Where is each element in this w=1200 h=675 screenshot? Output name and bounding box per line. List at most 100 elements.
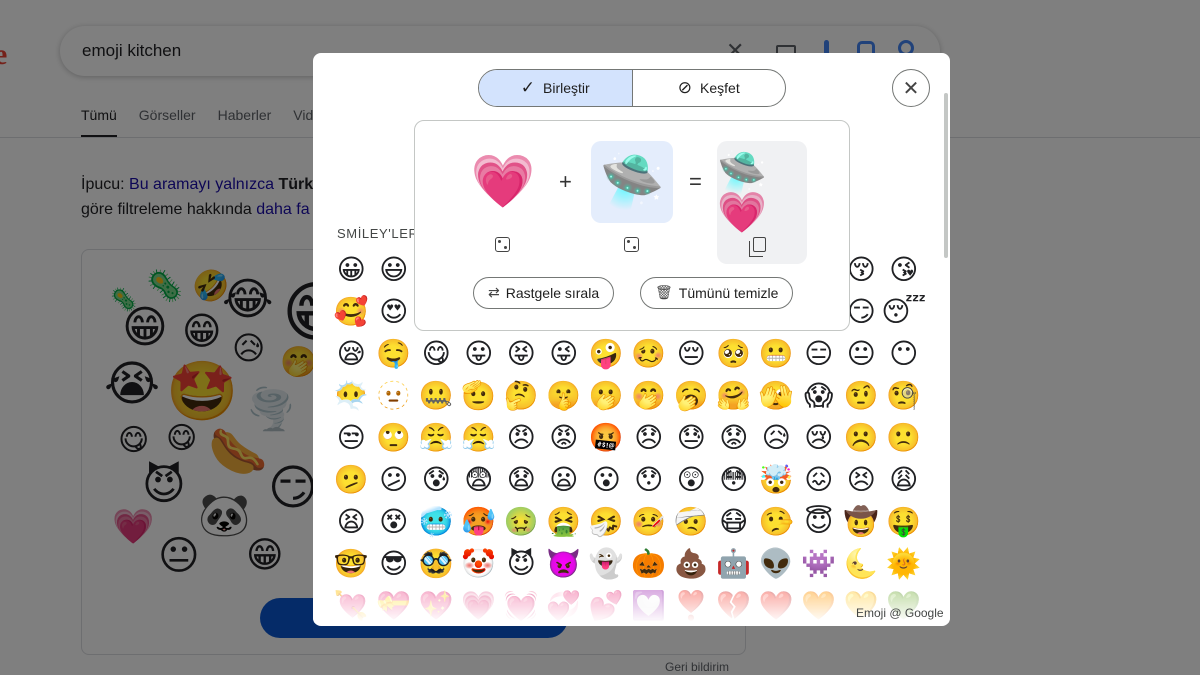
emoji-option[interactable]: 😢 (798, 417, 841, 459)
emoji-option[interactable]: 🥸 (415, 543, 458, 585)
emoji-option[interactable]: 😥 (755, 417, 798, 459)
emoji-option[interactable]: 🤪 (585, 333, 628, 375)
emoji-option[interactable]: 😟 (713, 417, 756, 459)
emoji-option[interactable]: 🤮 (543, 501, 586, 543)
randomize-right-dice-icon[interactable] (624, 237, 639, 252)
emoji-option[interactable]: 😫 (330, 501, 373, 543)
emoji-option[interactable]: 🤖 (713, 543, 756, 585)
emoji-option[interactable]: 😞 (628, 417, 671, 459)
emoji-option[interactable]: 🤢 (500, 501, 543, 543)
emoji-option[interactable]: 🙁 (883, 417, 926, 459)
emoji-option[interactable]: 😐 (840, 333, 883, 375)
scrollbar[interactable] (944, 93, 948, 258)
emoji-option[interactable]: 🥴 (628, 333, 671, 375)
emoji-option[interactable]: 😓 (670, 417, 713, 459)
emoji-option[interactable]: 🤒 (628, 501, 671, 543)
emoji-option[interactable]: 😎 (373, 543, 416, 585)
emoji-option[interactable]: 🤠 (840, 501, 883, 543)
emoji-option[interactable]: 🥰 (330, 291, 373, 333)
emoji-option[interactable]: 🥱 (670, 375, 713, 417)
emoji-option[interactable]: 😠 (500, 417, 543, 459)
emoji-option[interactable]: 🥵 (458, 501, 501, 543)
emoji-option[interactable]: 😖 (798, 459, 841, 501)
emoji-option[interactable]: 😀 (330, 249, 373, 291)
emoji-option[interactable]: 👻 (585, 543, 628, 585)
emoji-option[interactable]: 🥺 (713, 333, 756, 375)
emoji-option[interactable]: 🤑 (883, 501, 926, 543)
emoji-option[interactable]: 🫡 (458, 375, 501, 417)
emoji-option[interactable]: 😶‍🌫️ (330, 375, 373, 417)
emoji-option[interactable]: 🤡 (458, 543, 501, 585)
emoji-option[interactable]: 🧐 (883, 375, 926, 417)
emoji-option[interactable]: 🫢 (585, 375, 628, 417)
emoji-option[interactable]: 😤 (458, 417, 501, 459)
emoji-option[interactable]: 😝 (500, 333, 543, 375)
emoji-option[interactable]: 🤓 (330, 543, 373, 585)
emoji-option[interactable]: 😱 (798, 375, 841, 417)
combine-tab[interactable]: ✓ Birleştir (479, 70, 633, 106)
emoji-option[interactable]: 😔 (670, 333, 713, 375)
emoji-option[interactable]: 🥶 (415, 501, 458, 543)
emoji-option[interactable]: 😰 (415, 459, 458, 501)
emoji-option[interactable]: 😍 (373, 291, 416, 333)
emoji-option[interactable]: 🤬 (585, 417, 628, 459)
emoji-option[interactable]: 😲 (670, 459, 713, 501)
emoji-option[interactable]: 😑 (798, 333, 841, 375)
emoji-option[interactable]: 🤔 (500, 375, 543, 417)
emoji-option[interactable]: 🤨 (840, 375, 883, 417)
emoji-option[interactable]: 💩 (670, 543, 713, 585)
emoji-option[interactable]: 😨 (458, 459, 501, 501)
emoji-option[interactable]: 😯 (628, 459, 671, 501)
emoji-option[interactable]: 😶 (883, 333, 926, 375)
emoji-option[interactable]: 🤯 (755, 459, 798, 501)
copy-icon[interactable] (749, 237, 766, 257)
explore-tab[interactable]: ⊘ Keşfet (633, 70, 786, 106)
emoji-option[interactable]: 😪 (330, 333, 373, 375)
emoji-option[interactable]: 😘 (883, 249, 926, 291)
right-emoji-slot[interactable]: 🛸 (591, 141, 673, 223)
emoji-option[interactable]: 😳 (713, 459, 756, 501)
randomize-left-dice-icon[interactable] (495, 237, 510, 252)
emoji-option[interactable]: 👽 (755, 543, 798, 585)
emoji-option[interactable]: 🌞 (883, 543, 926, 585)
emoji-option[interactable]: 🤭 (628, 375, 671, 417)
emoji-option[interactable]: 👿 (543, 543, 586, 585)
emoji-option[interactable]: 😧 (500, 459, 543, 501)
shuffle-button[interactable]: ⇄ Rastgele sırala (473, 277, 615, 309)
emoji-option[interactable]: 🤫 (543, 375, 586, 417)
emoji-option[interactable]: 🤧 (585, 501, 628, 543)
clear-all-button[interactable]: 🗑 Tümünü temizle (640, 277, 794, 309)
left-emoji-slot[interactable]: 💗 (463, 141, 543, 223)
emoji-option[interactable]: 😃 (373, 249, 416, 291)
emoji-option[interactable]: 😦 (543, 459, 586, 501)
close-button[interactable]: ✕ (892, 69, 930, 107)
emoji-option[interactable]: 🤤 (373, 333, 416, 375)
emoji-option[interactable]: 🤥 (755, 501, 798, 543)
emoji-option[interactable]: 🤕 (670, 501, 713, 543)
emoji-option[interactable]: 😮 (585, 459, 628, 501)
emoji-option[interactable]: 😋 (415, 333, 458, 375)
emoji-option[interactable]: 😛 (458, 333, 501, 375)
emoji-option[interactable]: 🙄 (373, 417, 416, 459)
emoji-option[interactable]: 👾 (798, 543, 841, 585)
emoji-option[interactable]: 😵 (373, 501, 416, 543)
emoji-option[interactable]: 🤐 (415, 375, 458, 417)
emoji-option[interactable]: 🫣 (755, 375, 798, 417)
emoji-option[interactable]: 😕 (373, 459, 416, 501)
emoji-option[interactable]: ☹️ (840, 417, 883, 459)
emoji-option[interactable]: 🎃 (628, 543, 671, 585)
emoji-option[interactable]: 😣 (840, 459, 883, 501)
emoji-option[interactable]: 😜 (543, 333, 586, 375)
emoji-option[interactable]: 😈 (500, 543, 543, 585)
emoji-option[interactable]: 🫥 (373, 375, 416, 417)
emoji-option[interactable]: 😡 (543, 417, 586, 459)
emoji-option[interactable]: 😇 (798, 501, 841, 543)
emoji-option[interactable]: 😤 (415, 417, 458, 459)
emoji-option[interactable]: 😷 (713, 501, 756, 543)
emoji-option[interactable]: 😒 (330, 417, 373, 459)
emoji-option[interactable]: 😴 (881, 291, 926, 333)
emoji-option[interactable]: 😬 (755, 333, 798, 375)
emoji-option[interactable]: 😩 (883, 459, 926, 501)
emoji-option[interactable]: 🌜 (840, 543, 883, 585)
emoji-option[interactable]: 🫤 (330, 459, 373, 501)
